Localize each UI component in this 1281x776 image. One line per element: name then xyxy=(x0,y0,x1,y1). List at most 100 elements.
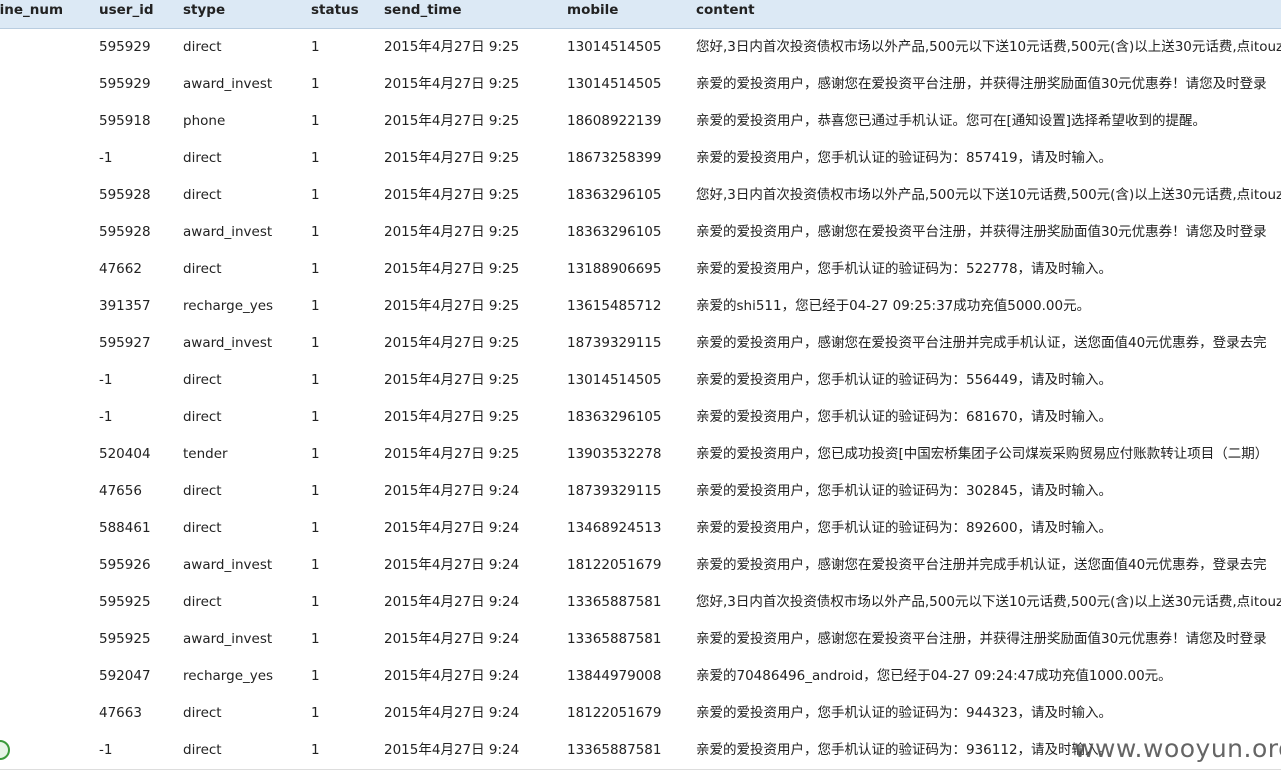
cell-mobile: 13365887581 xyxy=(567,594,662,610)
cell-send-time: 2015年4月27日 9:25 xyxy=(384,298,520,314)
cell-stype: direct xyxy=(183,150,222,166)
cell-status: 1 xyxy=(311,113,320,129)
cell-send-time: 2015年4月27日 9:25 xyxy=(384,409,520,425)
cell-status: 1 xyxy=(311,39,320,55)
table-row[interactable]: 391357 recharge_yes 1 2015年4月27日 9:25 136154… xyxy=(0,288,1281,326)
cell-line-num: 1 xyxy=(0,399,81,436)
cell-line-num xyxy=(0,325,81,362)
cell-status: 1 xyxy=(311,298,320,314)
cell-user-id: 595918 xyxy=(99,113,151,129)
cell-line-num xyxy=(0,140,81,177)
cell-stype: direct xyxy=(183,372,222,388)
table-row[interactable]: 3 47656 direct 1 2015年4月27日 9:24 18739329115 亲… xyxy=(0,473,1281,511)
table-row[interactable]: 2 520404 tender 1 2015年4月27日 9:25 13903532278… xyxy=(0,436,1281,474)
cell-line-num: 9 xyxy=(0,695,81,732)
column-header-mobile[interactable]: mobile xyxy=(567,0,618,20)
cell-stype: direct xyxy=(183,705,222,721)
cell-line-num: 3 xyxy=(0,473,81,510)
cell-status: 1 xyxy=(311,742,320,758)
cell-user-id: 47662 xyxy=(99,261,142,277)
cell-content: 亲爱的爱投资用户，您手机认证的验证码为：681670，请及时输入。 xyxy=(696,409,1113,425)
cell-user-id: 588461 xyxy=(99,520,151,536)
cell-line-num xyxy=(0,29,81,66)
table-row[interactable]: 1 -1 direct 1 2015年4月27日 9:25 18363296105 亲爱的爱… xyxy=(0,399,1281,437)
cell-status: 1 xyxy=(311,409,320,425)
cell-content: 亲爱的爱投资用户，感谢您在爱投资平台注册并完成手机认证，送您面值40元优惠券，登… xyxy=(696,557,1267,573)
cell-line-num xyxy=(0,103,81,140)
cell-line-num xyxy=(0,251,81,288)
table-row[interactable]: 595918 phone 1 2015年4月27日 9:25 18608922139 亲爱… xyxy=(0,103,1281,141)
cell-content: 亲爱的爱投资用户，感谢您在爱投资平台注册，并获得注册奖励面值30元优惠券！请您及… xyxy=(696,631,1267,647)
table-row[interactable]: 7 595925 award_invest 1 2015年4月27日 9:24 13365… xyxy=(0,621,1281,659)
cell-stype: direct xyxy=(183,742,222,758)
cell-send-time: 2015年4月27日 9:25 xyxy=(384,113,520,129)
cell-mobile: 13365887581 xyxy=(567,631,662,647)
cell-user-id: 595925 xyxy=(99,594,151,610)
column-header-line-num[interactable]: line_num xyxy=(0,0,63,20)
cell-status: 1 xyxy=(311,557,320,573)
cell-line-num: 8 xyxy=(0,658,81,695)
cell-user-id: -1 xyxy=(99,409,113,425)
cell-content: 亲爱的爱投资用户，感谢您在爱投资平台注册并完成手机认证，送您面值40元优惠券，登… xyxy=(696,335,1267,351)
column-header-send-time[interactable]: send_time xyxy=(384,0,462,20)
table-row[interactable]: 595928 award_invest 1 2015年4月27日 9:25 183632… xyxy=(0,214,1281,252)
cell-send-time: 2015年4月27日 9:25 xyxy=(384,76,520,92)
cell-status: 1 xyxy=(311,261,320,277)
cell-user-id: 520404 xyxy=(99,446,151,462)
column-header-status[interactable]: status xyxy=(311,0,359,20)
cell-send-time: 2015年4月27日 9:25 xyxy=(384,150,520,166)
cell-stype: award_invest xyxy=(183,224,273,240)
cell-mobile: 13615485712 xyxy=(567,298,662,314)
cell-stype: award_invest xyxy=(183,76,273,92)
column-header-content[interactable]: content xyxy=(696,0,755,20)
cell-mobile: 18363296105 xyxy=(567,187,662,203)
table-row[interactable]: 595929 direct 1 2015年4月27日 9:25 13014514505 您… xyxy=(0,29,1281,67)
table-row[interactable]: 595927 award_invest 1 2015年4月27日 9:25 187393… xyxy=(0,325,1281,363)
cell-stype: award_invest xyxy=(183,631,273,647)
cell-content: 亲爱的爱投资用户，恭喜您已通过手机认证。您可在[通知设置]选择希望收到的提醒。 xyxy=(696,113,1207,129)
column-header-user-id[interactable]: user_id xyxy=(99,0,154,20)
cell-content: 亲爱的爱投资用户，您手机认证的验证码为：857419，请及时输入。 xyxy=(696,150,1113,166)
cell-user-id: -1 xyxy=(99,150,113,166)
table-row[interactable]: 595928 direct 1 2015年4月27日 9:25 18363296105 您… xyxy=(0,177,1281,215)
table-row[interactable]: 6 595925 direct 1 2015年4月27日 9:24 13365887581… xyxy=(0,584,1281,622)
table-row[interactable]: 9 47663 direct 1 2015年4月27日 9:24 18122051679 亲… xyxy=(0,695,1281,733)
table-row[interactable]: 47662 direct 1 2015年4月27日 9:25 13188906695 亲爱… xyxy=(0,251,1281,289)
cell-status: 1 xyxy=(311,483,320,499)
cell-status: 1 xyxy=(311,224,320,240)
cell-content: 亲爱的爱投资用户，您手机认证的验证码为：556449，请及时输入。 xyxy=(696,372,1113,388)
cell-user-id: -1 xyxy=(99,742,113,758)
cell-line-num xyxy=(0,214,81,251)
cell-stype: direct xyxy=(183,39,222,55)
column-header-stype[interactable]: stype xyxy=(183,0,225,20)
cell-status: 1 xyxy=(311,446,320,462)
cell-send-time: 2015年4月27日 9:24 xyxy=(384,631,520,647)
table-row[interactable]: 595929 award_invest 1 2015年4月27日 9:25 130145… xyxy=(0,66,1281,104)
cell-user-id: 595928 xyxy=(99,224,151,240)
cell-status: 1 xyxy=(311,668,320,684)
watermark: www.wooyun.org xyxy=(1074,734,1281,763)
cell-send-time: 2015年4月27日 9:24 xyxy=(384,594,520,610)
table-header: line_num user_id stype status send_time … xyxy=(0,0,1281,29)
cell-send-time: 2015年4月27日 9:25 xyxy=(384,39,520,55)
cell-user-id: -1 xyxy=(99,372,113,388)
cell-send-time: 2015年4月27日 9:25 xyxy=(384,372,520,388)
cell-user-id: 391357 xyxy=(99,298,151,314)
table-row[interactable]: 5 595926 award_invest 1 2015年4月27日 9:24 18122… xyxy=(0,547,1281,585)
table-row[interactable]: 0 -1 direct 1 2015年4月27日 9:25 13014514505 亲爱的爱… xyxy=(0,362,1281,400)
table-row[interactable]: 8 592047 recharge_yes 1 2015年4月27日 9:24 13844… xyxy=(0,658,1281,696)
cell-user-id: 592047 xyxy=(99,668,151,684)
cell-status: 1 xyxy=(311,520,320,536)
cell-send-time: 2015年4月27日 9:24 xyxy=(384,520,520,536)
cell-mobile: 13014514505 xyxy=(567,76,662,92)
cell-mobile: 13014514505 xyxy=(567,372,662,388)
cell-mobile: 13903532278 xyxy=(567,446,662,462)
cell-content: 亲爱的爱投资用户，感谢您在爱投资平台注册，并获得注册奖励面值30元优惠券！请您及… xyxy=(696,224,1267,240)
cell-line-num: 2 xyxy=(0,436,81,473)
cell-mobile: 18673258399 xyxy=(567,150,662,166)
table-row[interactable]: 4 588461 direct 1 2015年4月27日 9:24 13468924513… xyxy=(0,510,1281,548)
cell-mobile: 18608922139 xyxy=(567,113,662,129)
cell-send-time: 2015年4月27日 9:24 xyxy=(384,483,520,499)
table-row[interactable]: -1 direct 1 2015年4月27日 9:25 18673258399 亲爱的爱投… xyxy=(0,140,1281,178)
cell-send-time: 2015年4月27日 9:24 xyxy=(384,668,520,684)
